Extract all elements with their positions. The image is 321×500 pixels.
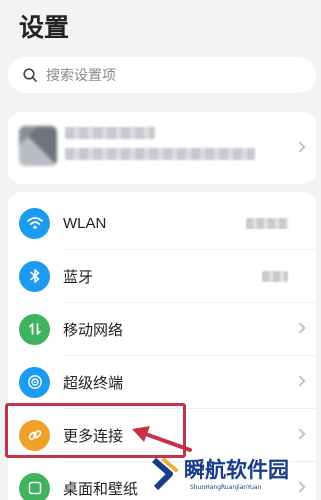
account-card[interactable] [8,112,316,184]
search-bar[interactable]: 搜索设置项 [8,57,316,93]
mobile-data-icon [19,313,50,345]
bluetooth-icon [19,260,50,292]
wifi-icon [19,207,50,239]
search-icon [23,68,37,82]
search-placeholder: 搜索设置项 [46,67,116,83]
settings-item-label: WLAN [63,214,107,232]
watermark-subtitle: ShunHangRuanJianYuan [190,484,262,491]
settings-item-super-device[interactable]: 超级终端 [8,356,316,408]
bluetooth-status-redacted [262,270,288,282]
settings-item-label: 超级终端 [63,374,124,392]
avatar [19,126,57,166]
settings-item-bluetooth[interactable]: 蓝牙 [8,250,316,302]
settings-item-label: 桌面和壁纸 [63,480,139,498]
super-device-icon [19,366,50,398]
account-subtitle-redacted [65,148,255,160]
settings-item-wlan[interactable]: WLAN [8,197,316,249]
watermark-title: 瞬航软件园 [184,458,289,482]
chevron-right-icon [294,375,306,387]
account-name-redacted [65,127,155,139]
chevron-right-icon [294,428,306,440]
settings-item-label: 移动网络 [63,321,124,339]
settings-item-label: 蓝牙 [63,268,94,286]
page-title: 设置 [19,14,70,42]
chevron-right-icon [294,141,306,153]
chevron-right-icon [294,322,306,334]
watermark: 瞬航软件园 ShunHangRuanJianYuan [148,450,308,500]
settings-item-mobile-network[interactable]: 移动网络 [8,303,316,355]
wallpaper-icon [19,472,50,500]
wlan-status-redacted [246,217,288,229]
